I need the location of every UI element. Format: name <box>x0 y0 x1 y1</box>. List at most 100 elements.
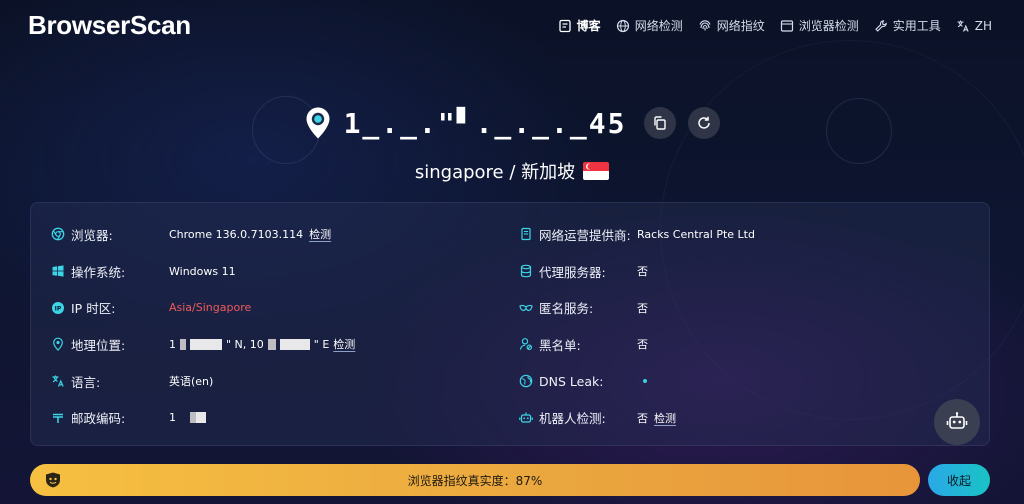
info-column-left: 浏览器: Chrome 136.0.7103.114 检测 操作系统: Wind… <box>51 216 511 436</box>
info-value: 英语(en) <box>169 373 213 389</box>
os-value: Windows 11 <box>169 264 236 278</box>
mask-icon <box>519 304 533 311</box>
nav-item-network-check[interactable]: 网络检测 <box>616 17 683 34</box>
info-value: 1 <box>169 411 206 424</box>
copy-ip-button[interactable] <box>644 107 677 139</box>
nav-item-label: 博客 <box>576 19 601 33</box>
nav-item-label: ZH <box>974 18 992 33</box>
info-row-blacklist: 黑名单: 否 <box>519 326 969 363</box>
nav-item-tools[interactable]: 实用工具 <box>874 17 941 34</box>
ip-info-card: 浏览器: Chrome 136.0.7103.114 检测 操作系统: Wind… <box>30 202 990 446</box>
geo-value-part: " N, 10 <box>226 337 264 351</box>
wrench-icon <box>874 19 887 32</box>
nav-item-label: 网络指纹 <box>716 19 765 33</box>
bot-detection-value: 否 <box>637 411 648 425</box>
geo-detect-link[interactable]: 检测 <box>333 336 355 352</box>
dns-globe-icon <box>519 374 533 388</box>
robot-assistant-button[interactable] <box>934 399 980 445</box>
info-label-text: DNS Leak: <box>539 373 604 389</box>
user-block-icon <box>519 338 533 351</box>
info-label-text: 邮政编码: <box>71 411 126 427</box>
database-icon <box>520 264 532 278</box>
server-icon <box>521 228 531 241</box>
browser-detect-link[interactable]: 检测 <box>309 226 331 242</box>
info-row-proxy: 代理服务器: 否 <box>519 253 969 290</box>
location-text: singapore / 新加坡 <box>414 162 576 183</box>
robot-icon <box>519 412 533 423</box>
singapore-flag-icon <box>583 162 610 180</box>
isp-value: Racks Central Pte Ltd <box>637 227 755 241</box>
dns-leak-loading-dot <box>643 379 647 384</box>
top-header: BrowserScan 博客 网络检测 网络指纹 浏览器检测 实用工具 ZH <box>0 0 1024 56</box>
brand-logo[interactable]: BrowserScan <box>28 10 191 41</box>
globe-icon <box>616 19 629 32</box>
refresh-icon <box>698 116 711 129</box>
info-row-ip-timezone: IP IP 时区: Asia/Singapore <box>51 289 511 326</box>
info-label: DNS Leak: <box>519 374 637 389</box>
info-row-browser: 浏览器: Chrome 136.0.7103.114 检测 <box>51 216 511 253</box>
info-value <box>637 379 647 384</box>
robot-icon <box>946 412 968 429</box>
info-label-text: 匿名服务: <box>539 301 594 317</box>
info-label: 浏览器: <box>51 225 169 244</box>
info-value: Asia/Singapore <box>169 301 251 314</box>
info-label: 代理服务器: <box>519 262 637 281</box>
nav-item-fingerprint[interactable]: 网络指纹 <box>698 17 765 34</box>
info-label: 操作系统: <box>51 262 169 281</box>
info-row-anonymity: 匿名服务: 否 <box>519 289 969 326</box>
info-label-text: 语言: <box>71 374 101 390</box>
svg-text:IP: IP <box>55 305 62 312</box>
info-value: 否 <box>637 336 648 352</box>
top-nav: 博客 网络检测 网络指纹 浏览器检测 实用工具 ZH <box>558 17 992 34</box>
redaction-block <box>196 412 206 424</box>
refresh-button[interactable] <box>688 107 721 139</box>
info-value: Chrome 136.0.7103.114 检测 <box>169 226 331 242</box>
fingerprint-icon <box>699 19 711 30</box>
info-label: 机器人检测: <box>519 408 637 427</box>
info-label-text: 代理服务器: <box>539 264 606 280</box>
postal-icon <box>53 413 63 423</box>
info-value: Racks Central Pte Ltd <box>637 228 755 241</box>
ip-display-row: 1_._."▘._._._45 <box>0 106 1024 140</box>
nav-item-label: 网络检测 <box>634 19 683 33</box>
windows-icon <box>52 265 64 277</box>
info-label-text: 黑名单: <box>539 337 581 353</box>
info-row-language: 语言: 英语(en) <box>51 363 511 400</box>
info-row-isp: 网络运营提供商: Racks Central Pte Ltd <box>519 216 969 253</box>
anonymity-value: 否 <box>637 301 648 315</box>
info-label: 黑名单: <box>519 335 637 354</box>
nav-item-blog[interactable]: 博客 <box>558 17 601 34</box>
info-row-os: 操作系统: Windows 11 <box>51 253 511 290</box>
browser-version-value: Chrome 136.0.7103.114 <box>169 227 304 241</box>
location-pin-icon <box>306 107 330 139</box>
info-value: 否 <box>637 263 648 279</box>
info-value: Windows 11 <box>169 265 236 278</box>
info-label-text: 地理位置: <box>71 337 126 353</box>
bot-detect-link[interactable]: 检测 <box>654 410 676 426</box>
chrome-icon <box>51 227 65 241</box>
info-label: 地理位置: <box>51 335 169 354</box>
ip-icon: IP <box>52 301 64 314</box>
redaction-block <box>190 338 222 350</box>
info-row-geolocation: 地理位置: 1 " N, 10 " E 检测 <box>51 326 511 363</box>
info-value: 否 <box>637 300 648 316</box>
info-label-text: 操作系统: <box>71 264 126 280</box>
fingerprint-score-text: 浏览器指纹真实度：87% <box>407 474 543 488</box>
proxy-value: 否 <box>637 265 648 279</box>
location-pin-icon <box>53 338 63 352</box>
info-label-text: IP 时区: <box>71 301 116 317</box>
translate-icon <box>957 20 969 32</box>
info-label-text: 机器人检测: <box>539 411 606 427</box>
collapse-button[interactable]: 收起 <box>928 464 990 496</box>
nav-item-language[interactable]: ZH <box>956 19 992 33</box>
nav-item-browser-check[interactable]: 浏览器检测 <box>780 17 859 34</box>
location-row: singapore / 新加坡 <box>0 158 1024 184</box>
info-row-dns-leak: DNS Leak: <box>519 363 969 400</box>
geo-value-part: 1 <box>169 337 176 351</box>
info-label: 语言: <box>51 372 169 391</box>
info-label: IP IP 时区: <box>51 298 169 317</box>
nav-item-label: 浏览器检测 <box>798 19 859 33</box>
info-label-text: 网络运营提供商: <box>539 227 631 243</box>
timezone-value: Asia/Singapore <box>169 301 252 315</box>
nav-item-label: 实用工具 <box>892 19 941 33</box>
